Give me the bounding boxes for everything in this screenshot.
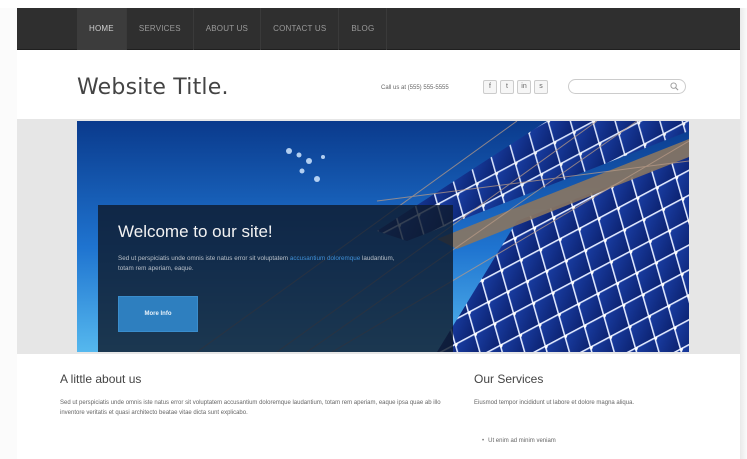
welcome-text-part1: Sed ut perspiciatis unde omnis iste natu…	[118, 255, 289, 262]
services-list: Ut enim ad minim veniam	[482, 438, 556, 444]
nav-item-home[interactable]: HOME	[77, 8, 127, 50]
hero-band: Welcome to our site! Sed ut perspiciatis…	[17, 119, 740, 354]
site-header: Website Title. Call us at (555) 555-5555…	[17, 51, 740, 119]
nav-item-contact-us[interactable]: CONTACT US	[261, 8, 340, 50]
welcome-title: Welcome to our site!	[118, 222, 273, 241]
twitter-icon[interactable]: t	[500, 80, 514, 94]
welcome-overlay: Welcome to our site! Sed ut perspiciatis…	[98, 205, 453, 352]
nav-item-about-us[interactable]: ABOUT US	[194, 8, 262, 50]
search-box	[568, 79, 686, 94]
skype-icon[interactable]: s	[534, 80, 548, 94]
services-text: Eiusmod tempor incididunt ut labore et d…	[474, 400, 635, 406]
hero-slider: Welcome to our site! Sed ut perspiciatis…	[77, 121, 689, 352]
nav-menu: HOME SERVICES ABOUT US CONTACT US BLOG	[77, 8, 388, 50]
about-text: Sed ut perspiciatis unde omnis iste natu…	[60, 400, 441, 416]
page-margin-right	[740, 8, 747, 459]
nav-item-services[interactable]: SERVICES	[127, 8, 194, 50]
about-heading: A little about us	[60, 372, 142, 386]
search-icon[interactable]	[670, 82, 679, 91]
call-us-text: Call us at (555) 555-5555	[381, 85, 449, 91]
top-navigation-bar: HOME SERVICES ABOUT US CONTACT US BLOG	[17, 8, 740, 50]
welcome-text-link[interactable]: accusantium doloremque	[290, 255, 360, 262]
site-title[interactable]: Website Title.	[77, 75, 229, 100]
website-page: HOME SERVICES ABOUT US CONTACT US BLOG W…	[17, 8, 740, 459]
linkedin-icon[interactable]: in	[517, 80, 531, 94]
page-margin-left	[0, 8, 17, 459]
more-info-button[interactable]: More Info	[118, 296, 198, 332]
nav-item-blog[interactable]: BLOG	[339, 8, 388, 50]
services-list-item: Ut enim ad minim veniam	[482, 438, 556, 444]
welcome-text: Sed ut perspiciatis unde omnis iste natu…	[118, 254, 408, 274]
social-links: f t in s	[483, 80, 548, 94]
services-heading: Our Services	[474, 372, 544, 386]
facebook-icon[interactable]: f	[483, 80, 497, 94]
search-input[interactable]	[575, 81, 665, 92]
